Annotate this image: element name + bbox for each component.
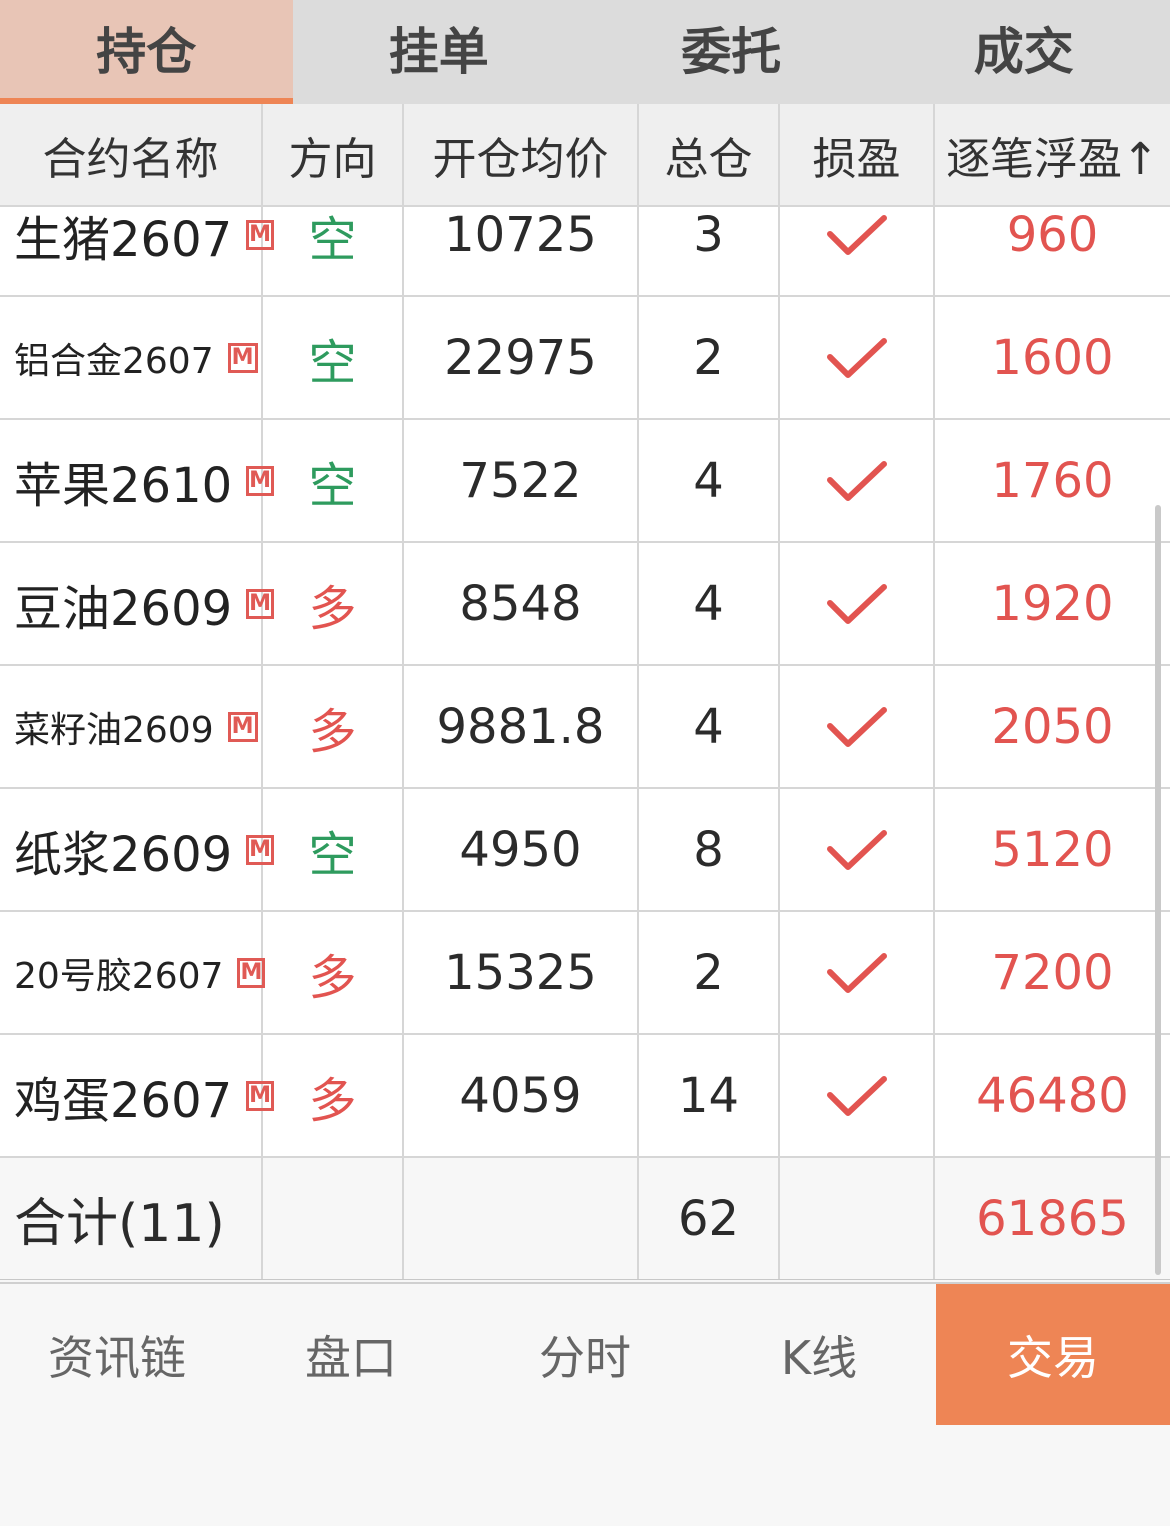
float-pnl: 46480	[976, 1067, 1129, 1124]
float-pnl: 1600	[991, 329, 1114, 386]
stop-set-check-icon[interactable]	[780, 666, 935, 787]
stop-set-check-icon[interactable]	[780, 207, 935, 295]
direction: 多	[263, 1035, 404, 1156]
direction: 空	[263, 207, 404, 295]
total-direction-empty	[263, 1158, 404, 1279]
float-pnl: 1760	[991, 452, 1114, 509]
table-row[interactable]: 铝合金2607 M 空 22975 2 1600	[0, 297, 1170, 420]
stop-set-check-icon[interactable]	[780, 789, 935, 910]
stop-set-check-icon[interactable]	[780, 1035, 935, 1156]
direction: 空	[263, 420, 404, 541]
stop-set-check-icon[interactable]	[780, 912, 935, 1033]
contract-name: 生猪2607	[14, 211, 233, 268]
total-float-pnl: 61865	[976, 1190, 1129, 1247]
float-pnl: 7200	[991, 944, 1114, 1001]
contract-name: 菜籽油2609	[14, 709, 214, 751]
float-pnl: 5120	[991, 821, 1114, 878]
table-row[interactable]: 生猪2607 M 空 10725 3 960	[0, 207, 1170, 297]
table-row[interactable]: 菜籽油2609 M 多 9881.8 4 2050	[0, 666, 1170, 789]
contract-name: 纸浆2609	[14, 826, 233, 883]
total-label: 合计(11)	[0, 1158, 263, 1279]
contract-name-cell: 纸浆2609 M	[0, 789, 275, 910]
contract-name-cell: 苹果2610 M	[0, 420, 275, 541]
total-position: 4	[639, 543, 780, 664]
direction: 多	[263, 912, 404, 1033]
contract-name-cell: 20号胶2607 M	[0, 912, 266, 1033]
nav-news-chain[interactable]: 资讯链	[0, 1284, 234, 1425]
avg-price: 10725	[404, 207, 639, 295]
bottom-nav: 资讯链 盘口 分时 K线 交易	[0, 1282, 1170, 1526]
stop-set-check-icon[interactable]	[780, 420, 935, 541]
table-row[interactable]: 苹果2610 M 空 7522 4 1760	[0, 420, 1170, 543]
m-badge-icon: M	[227, 711, 258, 742]
position-tabs: 持仓 挂单 委托 成交	[0, 0, 1170, 104]
header-avg-price[interactable]: 开仓均价	[404, 104, 639, 205]
contract-name-cell: 菜籽油2609 M	[0, 666, 263, 787]
avg-price: 4950	[404, 789, 639, 910]
total-position: 8	[639, 789, 780, 910]
avg-price: 7522	[404, 420, 639, 541]
total-row: 合计(11) 62 61865	[0, 1158, 1170, 1280]
table-row[interactable]: 豆油2609 M 多 8548 4 1920	[0, 543, 1170, 666]
total-position: 2	[639, 297, 780, 418]
direction: 空	[263, 297, 404, 418]
direction: 多	[263, 543, 404, 664]
m-badge-icon: M	[237, 957, 266, 988]
avg-price: 9881.8	[404, 666, 639, 787]
table-scrollbar[interactable]	[1155, 505, 1161, 1275]
total-position: 4	[639, 420, 780, 541]
nav-order-book[interactable]: 盘口	[234, 1284, 468, 1425]
total-stop-empty	[780, 1158, 935, 1279]
tab-orders[interactable]: 委托	[585, 0, 878, 104]
float-pnl: 1920	[991, 575, 1114, 632]
contract-name: 苹果2610	[14, 457, 233, 514]
header-total-position[interactable]: 总仓	[639, 104, 780, 205]
header-contract-name[interactable]: 合约名称	[0, 104, 263, 205]
table-row[interactable]: 20号胶2607 M 多 15325 2 7200	[0, 912, 1170, 1035]
direction: 空	[263, 789, 404, 910]
contract-name-cell: 豆油2609 M	[0, 543, 275, 664]
stop-set-check-icon[interactable]	[780, 543, 935, 664]
contract-name-cell: 鸡蛋2607 M	[0, 1035, 275, 1156]
positions-table: 生猪2607 M 空 10725 3 960 铝合金2607 M 空 22975 2 1600 苹果26…	[0, 207, 1170, 1280]
contract-name: 鸡蛋2607	[14, 1072, 233, 1129]
m-badge-icon: M	[227, 342, 258, 373]
table-row[interactable]: 鸡蛋2607 M 多 4059 14 46480	[0, 1035, 1170, 1158]
tab-trades[interactable]: 成交	[878, 0, 1170, 104]
tab-positions[interactable]: 持仓	[0, 0, 293, 104]
table-header: 合约名称 方向 开仓均价 总仓 损盈 逐笔浮盈↑	[0, 104, 1170, 207]
header-float-pnl-sort[interactable]: 逐笔浮盈↑	[935, 104, 1170, 205]
total-position-sum: 62	[639, 1158, 780, 1279]
total-position: 14	[639, 1035, 780, 1156]
header-stop-profit-loss[interactable]: 损盈	[780, 104, 935, 205]
tab-pending-orders[interactable]: 挂单	[293, 0, 586, 104]
avg-price: 22975	[404, 297, 639, 418]
stop-set-check-icon[interactable]	[780, 297, 935, 418]
contract-name: 铝合金2607	[14, 340, 214, 382]
direction: 多	[263, 666, 404, 787]
avg-price: 15325	[404, 912, 639, 1033]
header-direction[interactable]: 方向	[263, 104, 404, 205]
nav-trade[interactable]: 交易	[936, 1284, 1170, 1425]
nav-timeshare[interactable]: 分时	[468, 1284, 702, 1425]
float-pnl: 2050	[991, 698, 1114, 755]
total-avg-empty	[404, 1158, 639, 1279]
float-pnl: 960	[1006, 207, 1099, 263]
table-row[interactable]: 纸浆2609 M 空 4950 8 5120	[0, 789, 1170, 912]
total-position: 2	[639, 912, 780, 1033]
avg-price: 8548	[404, 543, 639, 664]
total-position: 4	[639, 666, 780, 787]
contract-name: 20号胶2607	[14, 955, 224, 997]
contract-name-cell: 铝合金2607 M	[0, 297, 263, 418]
nav-kline[interactable]: K线	[702, 1284, 936, 1425]
contract-name: 豆油2609	[14, 580, 233, 637]
contract-name-cell: 生猪2607 M	[0, 207, 275, 295]
total-position: 3	[639, 207, 780, 295]
avg-price: 4059	[404, 1035, 639, 1156]
